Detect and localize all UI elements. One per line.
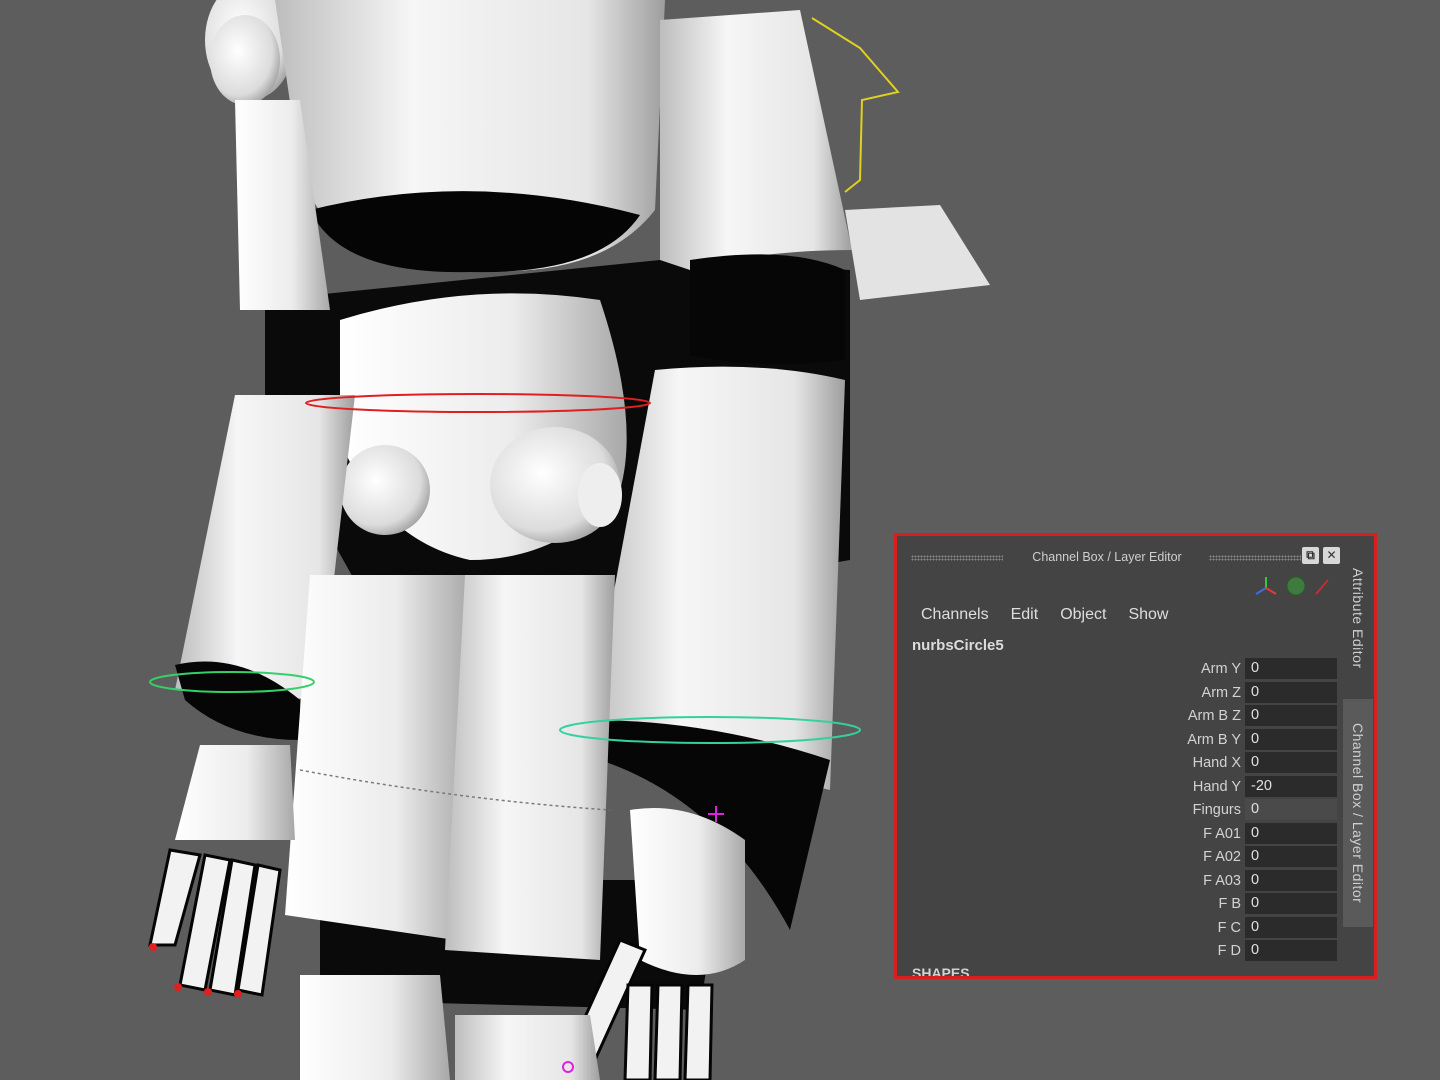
channel-row[interactable]: Hand X 0 <box>897 751 1341 775</box>
channel-label[interactable]: Arm B Y <box>1187 732 1241 748</box>
channel-row[interactable]: F C 0 <box>897 916 1341 940</box>
channel-value-field[interactable]: 0 <box>1245 916 1337 938</box>
channel-value-field[interactable]: 0 <box>1245 822 1337 844</box>
panel-header[interactable]: Channel Box / Layer Editor ⧉ ✕ <box>897 536 1341 578</box>
channel-row[interactable]: Arm Z 0 <box>897 681 1341 705</box>
channel-row[interactable]: Hand Y -20 <box>897 775 1341 799</box>
channel-value-field[interactable]: 0 <box>1245 893 1337 914</box>
channel-value-field[interactable]: 0 <box>1245 705 1337 726</box>
channel-label[interactable]: Hand X <box>1193 755 1241 771</box>
channel-row[interactable]: F D 0 <box>897 939 1341 963</box>
channel-label[interactable]: Hand Y <box>1193 779 1241 795</box>
channel-box-panel[interactable]: Channel Box / Layer Editor ⧉ ✕ Channels … <box>894 533 1377 979</box>
channel-label[interactable]: F A03 <box>1203 873 1241 889</box>
channel-value-field[interactable]: 0 <box>1245 799 1337 820</box>
channel-label[interactable]: F B <box>1218 896 1241 912</box>
channel-row[interactable]: Arm Y 0 <box>897 657 1341 681</box>
side-tab-bar: Attribute Editor Channel Box / Layer Edi… <box>1343 551 1374 971</box>
sphere-icon[interactable] <box>1286 576 1306 596</box>
tab-channel-box[interactable]: Channel Box / Layer Editor <box>1343 699 1373 927</box>
channel-value-field[interactable]: -20 <box>1245 775 1337 797</box>
channel-row[interactable]: F A03 0 <box>897 869 1341 893</box>
channel-value-field[interactable]: 0 <box>1245 728 1337 750</box>
channel-value-field[interactable]: 0 <box>1245 846 1337 867</box>
menu-object[interactable]: Object <box>1060 606 1106 630</box>
channel-label[interactable]: F A02 <box>1203 849 1241 865</box>
channel-row[interactable]: Arm B Y 0 <box>897 728 1341 752</box>
channel-value-field[interactable]: 0 <box>1245 681 1337 703</box>
menu-channels[interactable]: Channels <box>921 606 989 630</box>
robot-model[interactable] <box>148 0 990 1080</box>
menu-edit[interactable]: Edit <box>1011 606 1039 630</box>
channel-label[interactable]: Arm Y <box>1201 661 1241 677</box>
menu-show[interactable]: Show <box>1128 606 1168 630</box>
brush-icon[interactable] <box>1315 579 1329 595</box>
channel-label[interactable]: Arm Z <box>1202 685 1241 701</box>
channel-label[interactable]: F C <box>1218 920 1241 936</box>
channel-row[interactable]: Fingurs 0 <box>897 798 1341 822</box>
channel-value-field[interactable]: 0 <box>1245 940 1337 961</box>
axis-icon[interactable] <box>1255 577 1277 595</box>
close-icon[interactable]: ✕ <box>1323 547 1340 564</box>
channel-box-toolbar <box>1252 574 1332 598</box>
channel-box-menu-bar: Channels Edit Object Show <box>921 606 1168 630</box>
float-icon[interactable]: ⧉ <box>1302 547 1319 564</box>
channel-list: Arm Y 0 Arm Z 0 Arm B Z 0 Arm B Y 0 Hand… <box>897 657 1341 963</box>
channel-value-field[interactable]: 0 <box>1245 658 1337 679</box>
channel-row[interactable]: Arm B Z 0 <box>897 704 1341 728</box>
selected-object-name[interactable]: nurbsCircle5 <box>912 637 1004 654</box>
channel-value-field[interactable]: 0 <box>1245 869 1337 891</box>
channel-row[interactable]: F A01 0 <box>897 822 1341 846</box>
channel-label[interactable]: Arm B Z <box>1188 708 1241 724</box>
channel-row[interactable]: F A02 0 <box>897 845 1341 869</box>
drag-handle[interactable] <box>911 555 1003 561</box>
channel-label[interactable]: F D <box>1218 943 1241 959</box>
channel-label[interactable]: F A01 <box>1203 826 1241 842</box>
drag-handle[interactable] <box>1209 555 1301 561</box>
channel-value-field[interactable]: 0 <box>1245 752 1337 773</box>
shapes-section-header[interactable]: SHAPES <box>912 965 970 976</box>
channel-label[interactable]: Fingurs <box>1193 802 1241 818</box>
panel-title: Channel Box / Layer Editor <box>1032 550 1182 564</box>
tab-attribute-editor[interactable]: Attribute Editor <box>1343 551 1373 686</box>
channel-row[interactable]: F B 0 <box>897 892 1341 916</box>
